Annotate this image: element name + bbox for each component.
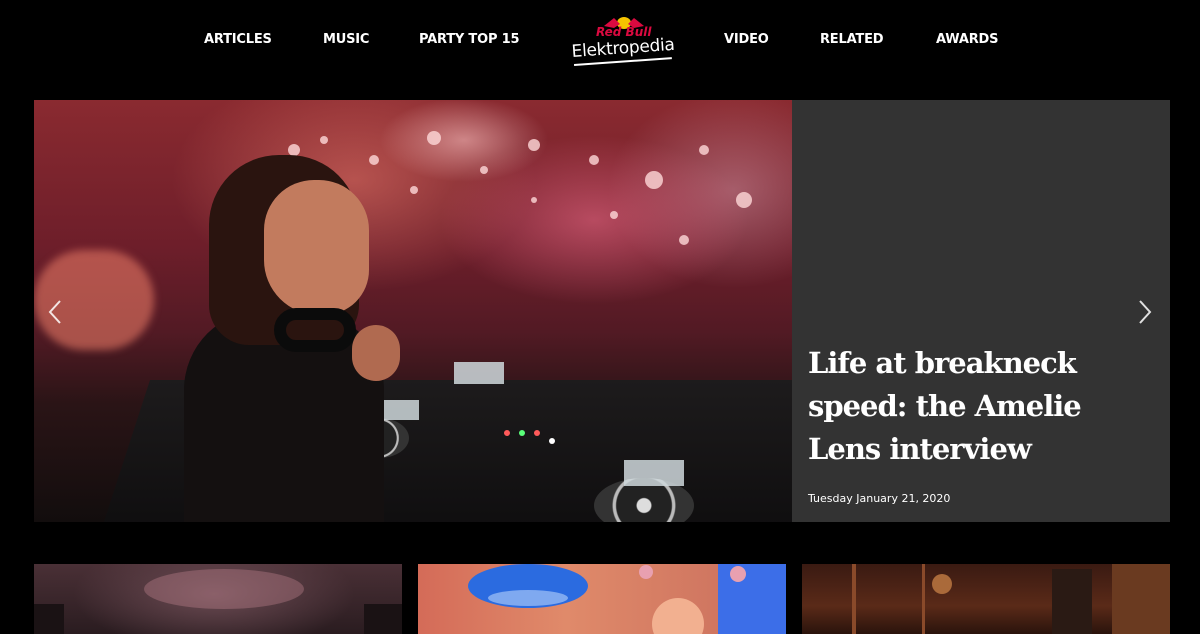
nav-awards[interactable]: AWARDS [936, 32, 998, 47]
card-image [34, 569, 402, 634]
elektropedia-logo[interactable]: Red Bull Elektropedia [568, 12, 678, 70]
hero-title[interactable]: Life at breakneck speed: the Amelie Lens… [808, 342, 1128, 471]
nav-music[interactable]: MUSIC [323, 32, 369, 47]
nav-video[interactable]: VIDEO [724, 32, 769, 47]
deck-light [519, 430, 525, 436]
chevron-left-icon[interactable] [44, 298, 68, 326]
hero-caption-panel: Life at breakneck speed: the Amelie Lens… [792, 100, 1170, 522]
hero-date: Tuesday January 21, 2020 [808, 492, 951, 505]
card-image [852, 564, 1170, 634]
deck-light [534, 430, 540, 436]
article-card[interactable] [34, 564, 402, 634]
dj-hand [352, 325, 400, 381]
mixer-screen [454, 362, 504, 384]
card-image [468, 564, 786, 634]
dj-face [264, 180, 369, 315]
headphones [274, 308, 356, 352]
player-screen [624, 460, 684, 486]
article-card[interactable] [802, 564, 1170, 634]
hero-image[interactable] [34, 100, 792, 522]
chevron-right-icon[interactable] [1132, 298, 1156, 326]
article-card[interactable] [418, 564, 786, 634]
nav-related[interactable]: RELATED [820, 32, 884, 47]
deck-light [549, 438, 555, 444]
nav-party-top-15[interactable]: PARTY TOP 15 [419, 32, 519, 47]
hero-slider: Life at breakneck speed: the Amelie Lens… [34, 100, 1170, 522]
nav-articles[interactable]: ARTICLES [204, 32, 272, 47]
top-navigation: ARTICLES MUSIC PARTY TOP 15 Red Bull Ele… [0, 0, 1200, 80]
deck-light [504, 430, 510, 436]
